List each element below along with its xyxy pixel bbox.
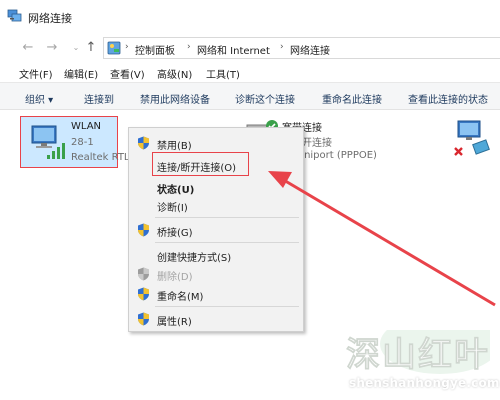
diagnose-connection-button[interactable]: 诊断这个连接 [235, 91, 295, 106]
menu-separator [155, 217, 299, 218]
svg-text:深山红叶: 深山红叶 [346, 335, 490, 374]
breadcrumb-control-panel[interactable]: 控制面板 [135, 42, 175, 57]
menu-item-status[interactable]: 状态(U) [129, 177, 303, 197]
network-connections-icon [7, 9, 22, 22]
menu-item-label: 诊断(I) [157, 203, 188, 214]
menu-separator [155, 242, 299, 243]
wireless-adapter-icon [31, 125, 65, 159]
address-bar-row: ← → ⌄ ↑ › 控制面板 › 网络和 Internet › 网络连接 [0, 34, 500, 62]
menu-item-bridge[interactable]: 桥接(G) [129, 220, 303, 240]
uac-shield-disabled-icon [138, 267, 149, 281]
command-bar: 组织 ▾ 连接到 禁用此网络设备 诊断这个连接 重命名此连接 查看此连接的状态 [0, 82, 500, 110]
menu-view[interactable]: 查看(V) [110, 66, 145, 81]
breadcrumb-separator-icon: › [187, 42, 191, 52]
menu-separator [155, 306, 299, 307]
menu-file[interactable]: 文件(F) [19, 66, 53, 81]
view-status-button[interactable]: 查看此连接的状态 [408, 91, 488, 106]
menu-tools[interactable]: 工具(T) [206, 66, 240, 81]
menu-item-properties[interactable]: 属性(R) [129, 309, 303, 329]
menu-item-delete: 删除(D) [129, 264, 303, 284]
uac-shield-icon [138, 223, 149, 237]
address-field[interactable]: › 控制面板 › 网络和 Internet › 网络连接 [103, 37, 500, 59]
menu-item-label: 重命名(M) [157, 292, 204, 303]
menu-item-disable[interactable]: 禁用(B) [129, 133, 303, 153]
uac-shield-icon [138, 287, 149, 301]
breadcrumb-separator-icon: › [280, 42, 284, 52]
menu-item-label: 状态(U) [157, 185, 195, 196]
control-panel-icon [107, 41, 121, 55]
up-arrow-icon[interactable]: ↑ [83, 40, 99, 56]
watermark-logo: 深山红叶 [346, 330, 490, 374]
wlan-name: WLAN [71, 121, 102, 132]
wlan-connection-item[interactable]: WLAN 28-1 Realtek RTL [20, 116, 130, 168]
menu-edit[interactable]: 编辑(E) [64, 66, 98, 81]
connect-to-button[interactable]: 连接到 [84, 91, 114, 106]
ethernet-disconnected-icon[interactable] [452, 118, 494, 160]
menu-item-label: 创建快捷方式(S) [157, 253, 232, 264]
menu-item-rename[interactable]: 重命名(M) [129, 284, 303, 304]
forward-arrow-icon[interactable]: → [44, 40, 60, 56]
breadcrumb-network-connections[interactable]: 网络连接 [290, 42, 330, 57]
menu-advanced[interactable]: 高级(N) [157, 66, 192, 81]
rename-connection-button[interactable]: 重命名此连接 [322, 91, 382, 106]
wlan-adapter-name: Realtek RTL [71, 152, 130, 163]
organize-button[interactable]: 组织 ▾ [25, 91, 53, 106]
menu-item-label: 属性(R) [157, 317, 192, 328]
menu-bar: 文件(F) 编辑(E) 查看(V) 高级(N) 工具(T) [0, 62, 500, 82]
breadcrumb-network-internet[interactable]: 网络和 Internet [197, 42, 270, 57]
menu-item-label: 禁用(B) [157, 141, 192, 152]
title-bar: 网络连接 [0, 0, 500, 34]
wlan-network-name: 28-1 [71, 137, 94, 148]
menu-item-label: 桥接(G) [157, 228, 193, 239]
breadcrumb-separator-icon: › [125, 42, 129, 52]
window-title: 网络连接 [28, 12, 72, 25]
uac-shield-icon [138, 312, 149, 326]
back-arrow-icon[interactable]: ← [20, 40, 36, 56]
menu-item-label: 删除(D) [157, 272, 193, 283]
recent-locations-chevron-icon[interactable]: ⌄ [68, 40, 84, 56]
menu-item-create-shortcut[interactable]: 创建快捷方式(S) [129, 245, 303, 265]
menu-item-diagnose[interactable]: 诊断(I) [129, 195, 303, 215]
highlight-box [152, 152, 249, 176]
disable-device-button[interactable]: 禁用此网络设备 [140, 91, 210, 106]
watermark-url: shenshanhongye.com [349, 376, 500, 390]
uac-shield-icon [138, 136, 149, 150]
